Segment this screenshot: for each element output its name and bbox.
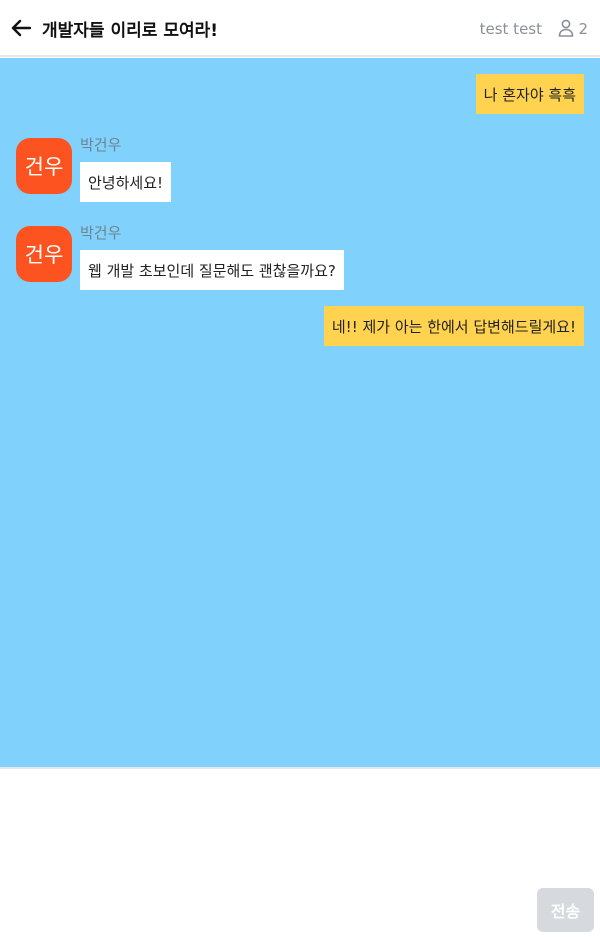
message-list: 나 혼자야 흑흑 건우 박건우 안녕하세요! 건우 박건우 웹 개발 초보인데 …: [0, 58, 600, 767]
their-message-bubble: 웹 개발 초보인데 질문해도 괜찮을까요?: [80, 250, 344, 290]
my-message-bubble: 네!! 제가 아는 한에서 답변해드릴게요!: [323, 306, 584, 346]
member-count[interactable]: 2: [578, 20, 588, 38]
chat-app: 개발자들 이리로 모여라! test test 2 나 혼자야 흑흑 건우 박건…: [0, 0, 600, 937]
person-icon[interactable]: [558, 19, 574, 37]
message-input[interactable]: [10, 779, 530, 929]
send-button[interactable]: 전송: [537, 888, 594, 932]
back-button[interactable]: [10, 17, 32, 39]
their-message-bubble: 안녕하세요!: [80, 162, 172, 202]
arrow-left-icon: [11, 19, 31, 37]
my-message-bubble: 나 혼자야 흑흑: [475, 74, 584, 114]
avatar[interactable]: 건우: [16, 138, 72, 194]
avatar[interactable]: 건우: [16, 226, 72, 282]
sender-name: 박건우: [80, 224, 122, 242]
sender-name: 박건우: [80, 136, 122, 154]
chat-header: 개발자들 이리로 모여라! test test 2: [0, 0, 600, 57]
room-title: 개발자들 이리로 모여라!: [42, 21, 218, 41]
current-user-name: test test: [479, 20, 542, 38]
composer: 전송: [0, 767, 600, 937]
